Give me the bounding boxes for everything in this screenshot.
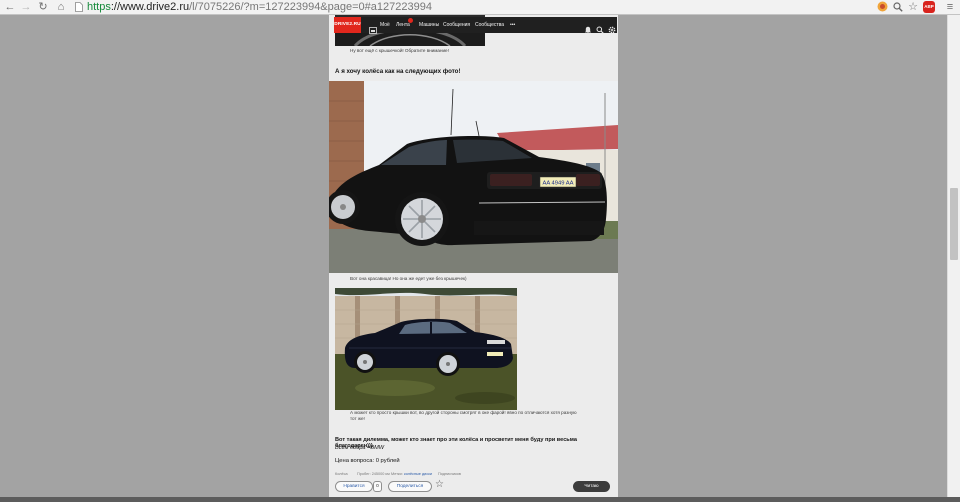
garage-icon[interactable] [369,21,377,34]
site-header: DRIVE2.RU Моё Лента Машины Сообщения Соо… [334,17,617,34]
settings-gear-icon[interactable] [608,21,616,34]
bookmark-star-icon[interactable]: ☆ [907,0,919,14]
nav-more-button[interactable]: ••• [510,17,515,33]
post-mileage: Пробег: 245000 км [357,472,390,476]
home-icon[interactable]: ⌂ [55,0,67,14]
license-plate: AA 4949 AA [543,180,574,186]
photo-caption-line: тот же! [350,416,365,421]
like-button[interactable]: Нравится [335,481,373,492]
share-button[interactable]: Поделиться [388,481,432,492]
photo-caption: Ну вот ещё с крышечкой! Обратите внимани… [350,48,449,53]
bookmark-star-icon[interactable]: ☆ [435,478,444,492]
extension-icon[interactable] [876,0,888,14]
forward-arrow-icon[interactable]: → [20,0,32,14]
url-host: ://www.drive2.ru [110,1,190,13]
adblock-plus-icon[interactable]: ABP [923,1,935,13]
photo-caption: А может кто просто крышки вот, во другой… [350,410,598,422]
nav-item-mine[interactable]: Моё [380,17,390,33]
url-path: /l/7075226/?m=127223994&page=0#a12722399… [189,1,432,13]
post-subscribers[interactable]: Подписчиков [438,472,461,476]
menu-icon[interactable]: ≡ [944,0,956,14]
site-logo[interactable]: DRIVE2.RU [334,17,361,33]
window-bottom-edge [0,497,960,502]
reload-icon[interactable]: ↻ [37,0,49,14]
scrollbar-thumb[interactable] [950,188,958,260]
address-bar[interactable]: https://www.drive2.ru/l/7075226/?m=12722… [87,0,432,14]
url-scheme: https [87,1,111,13]
back-arrow-icon[interactable]: ← [4,0,16,14]
zoom-icon[interactable] [892,0,904,14]
search-icon[interactable] [596,21,604,34]
photo-caption: Вот она красавица! Но она же едет уже бе… [350,276,467,281]
nav-item-cars[interactable]: Машины [419,17,439,33]
photo-bmw-rear[interactable]: AA 4949 AA [326,81,618,273]
post-paragraph: А я хочу колёса как на следующих фото! [335,68,461,75]
bell-icon[interactable] [584,21,592,34]
nav-item-messages[interactable]: Сообщения [443,17,470,33]
photo-caption-line: А может кто просто крышки вот, во другой… [350,410,577,415]
post-tags-label: Метки: [391,472,403,476]
page-info-icon[interactable] [73,0,85,14]
post-tag-link[interactable]: колёсные диски [404,472,432,476]
notification-badge [408,18,413,23]
browser-toolbar: ← → ↻ ⌂ https://www.drive2.ru/l/7075226/… [0,0,960,15]
post-price: Цена вопроса: 0 рублей [335,458,400,464]
post-signoff: Всем добра =BMW [335,445,385,451]
post-category[interactable]: Колёса [335,472,348,476]
like-count: 0 [373,481,382,492]
photo-bmw-side[interactable] [335,288,517,410]
follow-button[interactable]: Читаю [573,481,610,492]
nav-item-communities[interactable]: Сообщества [475,17,504,33]
